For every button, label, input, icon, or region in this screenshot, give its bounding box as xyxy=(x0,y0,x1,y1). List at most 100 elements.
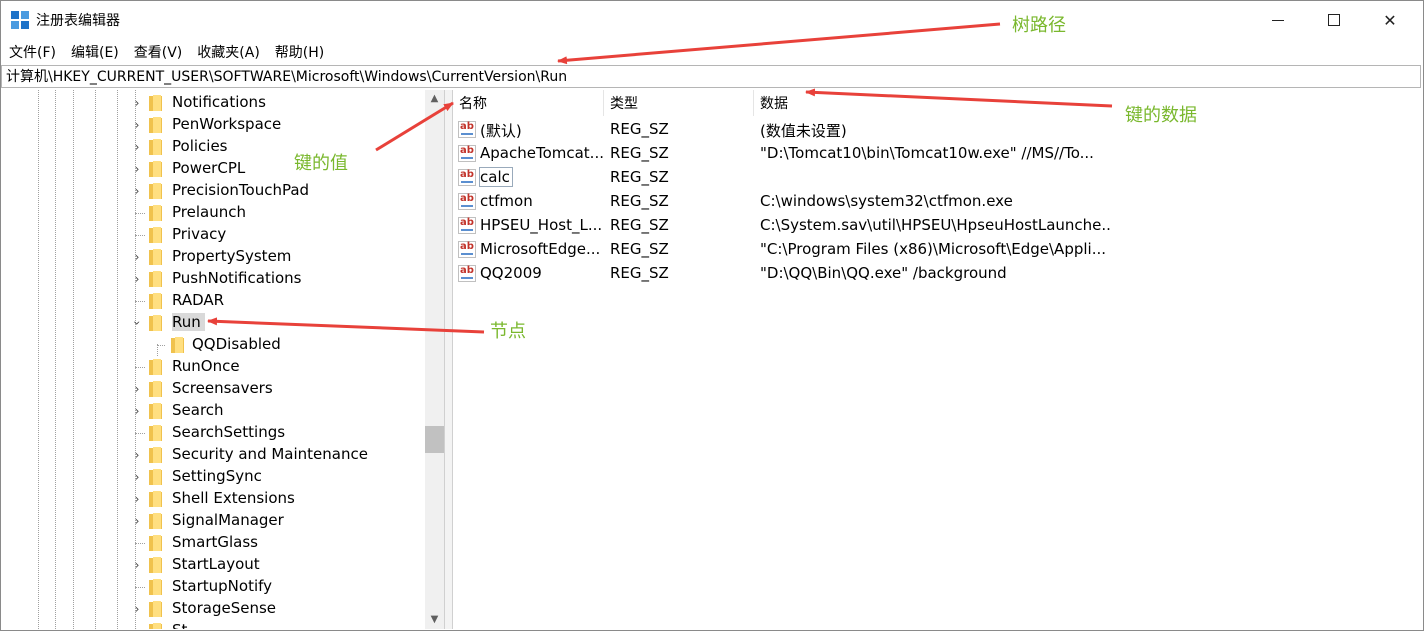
tree-node-settingsync[interactable]: › SettingSync xyxy=(131,466,431,488)
tree-node-label: Screensavers xyxy=(172,379,273,397)
chevron-right-icon[interactable]: › xyxy=(131,492,143,506)
menu-edit[interactable]: 编辑(E) xyxy=(63,39,126,63)
tree-node-qqdisabled[interactable]: QQDisabled xyxy=(151,334,444,356)
column-type-header[interactable]: 类型 xyxy=(604,90,754,116)
scroll-up-arrow-icon[interactable]: ▲ xyxy=(425,90,444,108)
tree-node-powercpl[interactable]: › PowerCPL xyxy=(131,158,431,180)
tree-node-shell-extensions[interactable]: › Shell Extensions xyxy=(131,488,431,510)
chevron-right-icon[interactable]: › xyxy=(131,140,143,154)
tree-node-smartglass[interactable]: SmartGlass xyxy=(131,532,431,554)
minimize-button[interactable] xyxy=(1255,1,1301,39)
value-row[interactable]: ab ApacheTomcat... REG_SZ "D:\Tomcat10\bin\… xyxy=(453,142,1423,166)
tree-node-policies[interactable]: › Policies xyxy=(131,136,431,158)
pane-splitter[interactable] xyxy=(444,90,453,629)
menu-help[interactable]: 帮助(H) xyxy=(267,39,331,63)
value-type: REG_SZ xyxy=(610,192,669,210)
tree-node-security-and-maintenance[interactable]: › Security and Maintenance xyxy=(131,444,431,466)
tree-node-notifications[interactable]: › Notifications xyxy=(131,92,431,114)
tree-node-runonce[interactable]: RunOnce xyxy=(131,356,431,378)
value-name: (默认) xyxy=(480,122,522,140)
tree-node-label: Notifications xyxy=(172,93,266,111)
tree-scrollbar[interactable]: ▲ ▼ xyxy=(425,90,444,629)
chevron-right-icon[interactable]: › xyxy=(131,250,143,264)
folder-icon xyxy=(149,227,162,243)
tree-node-label: Shell Extensions xyxy=(172,489,295,507)
tree-node-searchsettings[interactable]: SearchSettings xyxy=(131,422,431,444)
chevron-right-icon[interactable]: › xyxy=(131,118,143,132)
value-row[interactable]: ab (默认) REG_SZ (数值未设置) xyxy=(453,118,1423,142)
chevron-right-icon[interactable]: › xyxy=(131,272,143,286)
chevron-right-icon[interactable]: › xyxy=(131,558,143,572)
value-row[interactable]: ab MicrosoftEdge... REG_SZ "C:\Program File… xyxy=(453,238,1423,262)
tree-node-label: StartLayout xyxy=(172,555,260,573)
chevron-right-icon[interactable]: › xyxy=(131,448,143,462)
folder-icon xyxy=(149,381,162,397)
chevron-right-icon[interactable]: › xyxy=(131,624,143,629)
address-bar[interactable]: 计算机\HKEY_CURRENT_USER\SOFTWARE\Microsoft… xyxy=(1,65,1421,88)
tree-node-prelaunch[interactable]: Prelaunch xyxy=(131,202,431,224)
chevron-right-icon[interactable]: › xyxy=(131,602,143,616)
column-name-header[interactable]: 名称 xyxy=(453,90,604,116)
chevron-right-icon[interactable]: › xyxy=(131,514,143,528)
tree-node-penworkspace[interactable]: › PenWorkspace xyxy=(131,114,431,136)
folder-icon xyxy=(149,491,162,507)
value-row[interactable]: ab calc REG_SZ xyxy=(453,166,1423,190)
tree-node-storagesense[interactable]: › StorageSense xyxy=(131,598,431,620)
value-name: ApacheTomcat... xyxy=(480,144,604,162)
scroll-down-arrow-icon[interactable]: ▼ xyxy=(425,611,444,629)
tree-connector xyxy=(135,213,145,214)
folder-icon xyxy=(149,601,162,617)
menu-view[interactable]: 查看(V) xyxy=(126,39,190,63)
tree-node-radar[interactable]: RADAR xyxy=(131,290,431,312)
menu-favorites[interactable]: 收藏夹(A) xyxy=(189,39,267,63)
value-row[interactable]: ab ctfmon REG_SZ C:\windows\system32\ctfmon… xyxy=(453,190,1423,214)
string-value-icon: ab xyxy=(458,241,476,258)
tree-node-propertysystem[interactable]: › PropertySystem xyxy=(131,246,431,268)
tree-node-search[interactable]: › Search xyxy=(131,400,431,422)
chevron-right-icon[interactable]: › xyxy=(131,382,143,396)
tree-node-label: Privacy xyxy=(172,225,227,243)
value-row[interactable]: ab HPSEU_Host_L... REG_SZ C:\System.sav\uti… xyxy=(453,214,1423,238)
folder-icon xyxy=(149,425,162,441)
value-row[interactable]: ab QQ2009 REG_SZ "D:\QQ\Bin\QQ.exe" /backgr… xyxy=(453,262,1423,286)
chevron-right-icon[interactable]: › xyxy=(131,162,143,176)
chevron-right-icon[interactable]: › xyxy=(131,96,143,110)
close-button[interactable]: ✕ xyxy=(1367,1,1413,39)
close-icon: ✕ xyxy=(1383,10,1397,30)
value-type: REG_SZ xyxy=(610,120,669,138)
scroll-thumb[interactable] xyxy=(425,426,444,453)
tree-connector xyxy=(135,301,145,302)
tree-node-run[interactable]: › Run xyxy=(130,312,431,334)
tree-node-st-[interactable]: › St... xyxy=(131,620,431,629)
chevron-right-icon[interactable]: › xyxy=(131,404,143,418)
tree-node-startlayout[interactable]: › StartLayout xyxy=(131,554,431,576)
maximize-button[interactable] xyxy=(1311,1,1357,39)
chevron-right-icon[interactable]: › xyxy=(131,184,143,198)
tree-node-precisiontouchpad[interactable]: › PrecisionTouchPad xyxy=(131,180,431,202)
string-value-icon: ab xyxy=(458,217,476,234)
tree-node-privacy[interactable]: Privacy xyxy=(131,224,431,246)
string-value-icon: ab xyxy=(458,193,476,210)
tree-node-pushnotifications[interactable]: › PushNotifications xyxy=(131,268,431,290)
column-data-header[interactable]: 数据 xyxy=(754,90,1423,116)
folder-icon xyxy=(149,623,162,629)
value-type: REG_SZ xyxy=(610,144,669,162)
value-type: REG_SZ xyxy=(610,168,669,186)
tree-node-startupnotify[interactable]: StartupNotify xyxy=(131,576,431,598)
tree-node-label: St... xyxy=(172,621,206,629)
folder-icon xyxy=(149,535,162,551)
minimize-icon xyxy=(1272,19,1284,21)
title-bar[interactable]: 注册表编辑器 ✕ xyxy=(1,1,1423,39)
tree-node-screensavers[interactable]: › Screensavers xyxy=(131,378,431,400)
annotation-tree-path: 树路径 xyxy=(1012,15,1066,36)
folder-icon xyxy=(149,161,162,177)
string-value-icon: ab xyxy=(458,121,476,138)
tree-connector xyxy=(135,587,145,588)
folder-icon xyxy=(149,205,162,221)
tree-node-signalmanager[interactable]: › SignalManager xyxy=(131,510,431,532)
chevron-right-icon[interactable]: › xyxy=(131,470,143,484)
folder-icon xyxy=(149,513,162,529)
annotation-key-data: 键的数据 xyxy=(1125,105,1197,126)
menu-file[interactable]: 文件(F) xyxy=(1,39,63,63)
chevron-down-icon[interactable]: › xyxy=(130,317,144,329)
